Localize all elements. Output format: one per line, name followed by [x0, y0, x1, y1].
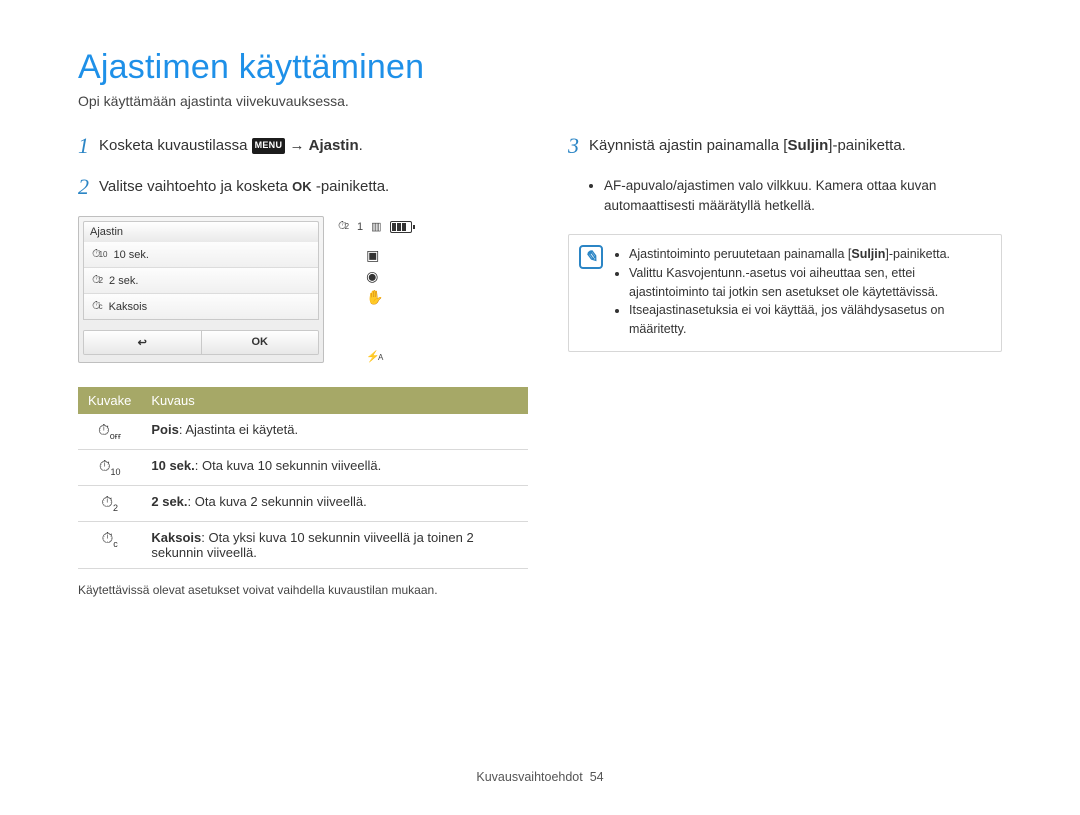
step3-text-post: ]-painiketta.: [828, 137, 906, 154]
side-one-label: 1: [357, 221, 363, 233]
step3-bullet: AF-apuvalo/ajastimen valo vilkkuu. Kamer…: [604, 176, 1002, 217]
table-header-icon: Kuvake: [78, 387, 141, 414]
step-1: 1 Kosketa kuvaustilassa MENU → Ajastin.: [78, 135, 528, 158]
info-bullet: Itseajastinasetuksia ei voi käyttää, jos…: [629, 301, 989, 339]
timer-2-icon: ⏱2: [78, 486, 141, 522]
table-row: ⏱c Kaksois: Ota yksi kuva 10 sekunnin vi…: [78, 522, 528, 569]
timer-2-icon: ⏱2: [92, 274, 103, 287]
row1-desc: : Ajastinta ei käytetä.: [179, 422, 298, 437]
indicator-icon: ◉: [366, 268, 383, 285]
lcd-opt1-label: 10 sek.: [114, 249, 149, 261]
lcd-opt3-label: Kaksois: [109, 301, 148, 313]
step-number: 2: [78, 176, 89, 198]
lcd-side-indicators: ⏱2 1 ▥ ▣ ◉ ✋ ⚡A: [338, 216, 412, 363]
icon-description-table: Kuvake Kuvaus ⏱ᴏғғ Pois: Ajastinta ei kä…: [78, 387, 528, 569]
row4-label: Kaksois: [151, 530, 201, 545]
step3-text-pre: Käynnistä ajastin painamalla [: [589, 137, 787, 154]
menu-chip-icon: MENU: [252, 138, 286, 154]
table-header-desc: Kuvaus: [141, 387, 528, 414]
page-subtitle: Opi käyttämään ajastinta viivekuvauksess…: [78, 93, 1002, 109]
flash-auto-icon: ⚡A: [366, 351, 383, 363]
timer-10-icon: ⏱10: [78, 450, 141, 486]
lcd-title: Ajastin: [83, 221, 319, 242]
page-title: Ajastimen käyttäminen: [78, 48, 1002, 87]
info-icon: ✎: [579, 245, 603, 269]
timer-double-icon: ⏱c: [92, 300, 103, 313]
lcd-ok-button[interactable]: OK: [201, 331, 319, 354]
info-bullet: Ajastintoiminto peruutetaan painamalla […: [629, 245, 989, 264]
side-capture-icon: ▥: [371, 220, 381, 233]
hand-icon: ✋: [366, 289, 383, 306]
side-icon-stack: ▣ ◉ ✋: [366, 243, 383, 310]
step1-text-post: .: [359, 137, 363, 154]
table-row: ⏱10 10 sek.: Ota kuva 10 sekunnin viivee…: [78, 450, 528, 486]
step-2: 2 Valitse vaihtoehto ja kosketa OK -pain…: [78, 176, 528, 199]
table-row: ⏱2 2 sek.: Ota kuva 2 sekunnin viiveellä…: [78, 486, 528, 522]
step1-target: Ajastin: [309, 137, 359, 154]
table-row: ⏱ᴏғғ Pois: Ajastinta ei käytetä.: [78, 414, 528, 450]
lcd-option-kaksois: ⏱c Kaksois: [84, 293, 318, 319]
lcd-back-button[interactable]: ↩: [84, 331, 201, 354]
step2-text-pre: Valitse vaihtoehto ja kosketa: [99, 178, 292, 195]
step-3: 3 Käynnistä ajastin painamalla [Suljin]-…: [568, 135, 1002, 158]
camera-lcd-screenshot: Ajastin ⏱10 10 sek. ⏱2 2 sek. ⏱c Kaksois: [78, 216, 528, 363]
left-column: 1 Kosketa kuvaustilassa MENU → Ajastin. …: [78, 135, 528, 597]
step3-button: Suljin: [787, 137, 828, 154]
page-footer: Kuvausvaihtoehdot 54: [0, 770, 1080, 784]
lcd-option-2sek: ⏱2 2 sek.: [84, 267, 318, 293]
step-number: 1: [78, 135, 89, 157]
row2-label: 10 sek.: [151, 458, 194, 473]
ok-chip-icon: OK: [292, 177, 312, 197]
footer-section-label: Kuvausvaihtoehdot: [476, 770, 582, 784]
step2-text-post: -painiketta.: [316, 178, 389, 195]
battery-icon: [390, 221, 412, 233]
side-timer-icon: ⏱2: [338, 220, 349, 233]
row3-label: 2 sek.: [151, 494, 187, 509]
step1-arrow: →: [289, 137, 308, 154]
row3-desc: : Ota kuva 2 sekunnin viiveellä.: [188, 494, 367, 509]
step1-text-pre: Kosketa kuvaustilassa: [99, 137, 252, 154]
row2-desc: : Ota kuva 10 sekunnin viiveellä.: [195, 458, 381, 473]
table-footnote: Käytettävissä olevat asetukset voivat va…: [78, 583, 528, 597]
timer-10-icon: ⏱10: [92, 248, 108, 261]
right-column: 3 Käynnistä ajastin painamalla [Suljin]-…: [568, 135, 1002, 597]
row1-label: Pois: [151, 422, 178, 437]
info-box: ✎ Ajastintoiminto peruutetaan painamalla…: [568, 234, 1002, 352]
lcd-option-10sek: ⏱10 10 sek.: [84, 242, 318, 267]
timer-off-icon: ⏱ᴏғғ: [78, 414, 141, 450]
lcd-opt2-label: 2 sek.: [109, 275, 138, 287]
footer-page-number: 54: [590, 770, 604, 784]
indicator-icon: ▣: [366, 247, 383, 264]
timer-double-icon: ⏱c: [78, 522, 141, 569]
info-bullet: Valittu Kasvojentunn.-asetus voi aiheutt…: [629, 264, 989, 302]
step-number: 3: [568, 135, 579, 157]
